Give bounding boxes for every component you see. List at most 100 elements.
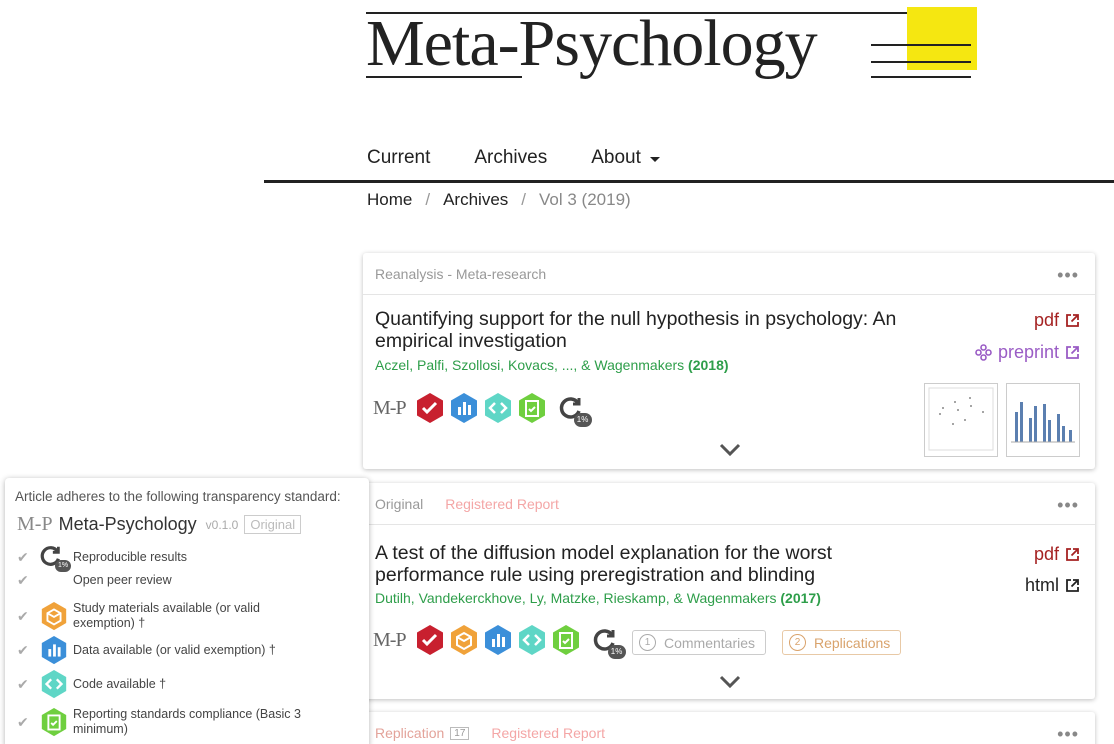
check-icon: ✔ — [17, 548, 29, 565]
article-category: Original — [375, 495, 424, 512]
registered-report-tag: Registered Report — [491, 725, 606, 741]
nav-current-label: Current — [367, 147, 431, 168]
logo-text: Meta-Psychology — [366, 7, 818, 80]
article-title[interactable]: Quantifying support for the null hypothe… — [375, 308, 935, 352]
html-link[interactable]: html — [1025, 575, 1080, 596]
check-icon: ✔ — [17, 572, 29, 588]
bar-thumbnail-icon — [1011, 402, 1075, 443]
logo-bar — [871, 76, 971, 78]
code-badge-icon[interactable] — [516, 624, 548, 656]
registered-report-tag: Registered Report — [445, 495, 559, 512]
standard-header: M-P Meta-Psychology v0.1.0 Original — [17, 513, 302, 536]
logo-bar — [871, 44, 971, 46]
pdf-label: pdf — [1033, 310, 1059, 330]
article-card: Reanalysis - Meta-research ••• Quantifyi… — [363, 253, 1095, 469]
original-badge: Original — [244, 515, 302, 534]
row-label: Reporting standards compliance (Basic 3 … — [73, 707, 301, 736]
pdf-link[interactable]: pdf — [1034, 544, 1080, 565]
commentaries-label: Commentaries — [664, 634, 756, 651]
article-year: (2018) — [688, 357, 729, 373]
preprint-link[interactable]: preprint — [975, 342, 1080, 363]
reporting-badge-icon[interactable] — [516, 392, 548, 424]
article-year: (2017) — [780, 590, 821, 606]
pdf-label: pdf — [1033, 544, 1059, 564]
row-label: Reproducible results — [73, 549, 187, 564]
materials-badge-icon — [41, 601, 67, 631]
external-link-icon — [1066, 314, 1079, 327]
standard-name: Meta-Psychology — [58, 514, 197, 534]
data-badge-icon[interactable] — [482, 624, 514, 656]
badge-row: M-P 1% — [373, 623, 626, 659]
site-logo[interactable]: Meta-Psychology — [366, 4, 978, 104]
preprint-label: preprint — [997, 342, 1059, 362]
row-label: Code available † — [73, 676, 167, 691]
standard-row: ✔ Open peer review — [17, 572, 172, 589]
article-category: Reanalysis - Meta-research — [375, 265, 547, 282]
standard-version: v0.1.0 — [205, 517, 239, 532]
standard-row: ✔ 1% Reproducible results — [17, 542, 187, 572]
repro-percent: 1% — [607, 645, 626, 659]
article-title[interactable]: A test of the diffusion model explanatio… — [375, 542, 895, 586]
scatter-thumbnail-icon — [928, 387, 994, 451]
chevron-down-icon[interactable] — [719, 443, 741, 457]
html-label: html — [1024, 575, 1059, 595]
breadcrumb-home[interactable]: Home — [367, 190, 412, 210]
code-badge-icon[interactable] — [482, 392, 514, 424]
authors-text: Aczel, Palfi, Szollosi, Kovacs, ..., & W… — [375, 357, 685, 373]
replications-count: 2 — [789, 634, 806, 651]
preprint-flower-icon — [975, 344, 992, 361]
row-label: Open peer review — [73, 573, 172, 587]
commentaries-button[interactable]: 1 Commentaries — [632, 630, 767, 655]
nav-about-label: About — [591, 147, 641, 168]
check-icon: ✔ — [17, 607, 29, 624]
figure-thumbnail[interactable] — [924, 383, 998, 457]
reporting-badge-icon[interactable] — [550, 624, 582, 656]
breadcrumb-separator: / — [521, 190, 527, 209]
reproducible-results-icon[interactable]: 1% — [556, 391, 592, 427]
materials-badge-icon[interactable] — [448, 624, 480, 656]
nav-current[interactable]: Current — [367, 143, 430, 173]
article-authors: Dutilh, Vandekerckhove, Ly, Matzke, Ries… — [375, 590, 821, 606]
pdf-link[interactable]: pdf — [1034, 310, 1080, 331]
row-label: Study materials available (or valid exem… — [73, 601, 260, 630]
data-badge-icon[interactable] — [448, 392, 480, 424]
reproducible-results-icon[interactable]: 1% — [590, 623, 626, 659]
more-options-icon[interactable]: ••• — [1057, 724, 1079, 744]
commentaries-count: 1 — [639, 634, 656, 651]
article-authors: Aczel, Palfi, Szollosi, Kovacs, ..., & W… — [375, 357, 729, 373]
data-badge-icon — [41, 635, 67, 665]
article-card: Replication 17 Registered Report ••• — [363, 712, 1095, 744]
caret-down-icon — [649, 156, 660, 162]
badge-row: M-P 1% — [373, 391, 592, 427]
standard-row: ✔ Code available † — [17, 669, 166, 699]
card-header: Original Registered Report — [363, 483, 1095, 525]
check-icon: ✔ — [17, 713, 29, 730]
standard-row: ✔ Reporting standards compliance (Basic … — [17, 707, 313, 737]
popover-heading: Article adheres to the following transpa… — [15, 489, 341, 504]
article-card: Original Registered Report ••• A test of… — [363, 483, 1095, 699]
row-label: Data available (or valid exemption) † — [73, 642, 276, 657]
card-header: Reanalysis - Meta-research — [363, 253, 1095, 295]
mp-mark[interactable]: M-P — [373, 397, 407, 420]
peer-review-badge-icon[interactable] — [414, 392, 446, 424]
external-link-icon — [1066, 579, 1079, 592]
peer-review-badge-icon[interactable] — [414, 624, 446, 656]
nav-divider — [264, 180, 1114, 183]
breadcrumb-archives[interactable]: Archives — [443, 190, 508, 210]
external-link-icon — [1066, 346, 1079, 359]
card-header: Replication 17 Registered Report — [363, 712, 1095, 744]
logo-bar — [871, 61, 971, 63]
mp-mark[interactable]: M-P — [373, 629, 407, 652]
replications-button[interactable]: 2 Replications — [782, 630, 902, 655]
chevron-down-icon[interactable] — [719, 675, 741, 689]
logo-underline — [366, 76, 522, 78]
authors-text: Dutilh, Vandekerckhove, Ly, Matzke, Ries… — [375, 590, 777, 606]
repro-percent: 1% — [55, 560, 71, 572]
standard-row: ✔ Study materials available (or valid ex… — [17, 601, 313, 631]
standard-row: ✔ Data available (or valid exemption) † — [17, 635, 276, 665]
nav-archives[interactable]: Archives — [474, 143, 547, 173]
more-options-icon[interactable]: ••• — [1057, 265, 1079, 286]
figure-thumbnail[interactable] — [1006, 383, 1080, 457]
nav-about[interactable]: About — [591, 143, 660, 173]
more-options-icon[interactable]: ••• — [1057, 495, 1079, 516]
